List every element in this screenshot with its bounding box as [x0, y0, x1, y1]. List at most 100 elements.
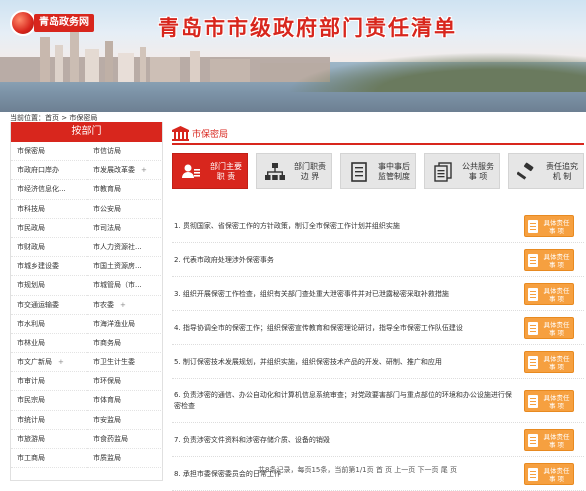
detail-responsibility-button[interactable]: 具体责任事 项	[524, 317, 574, 339]
sidebar-item[interactable]: 市科技局	[11, 200, 87, 219]
sidebar-item-label: 市食药监局	[93, 434, 128, 443]
breadcrumb-separator: >	[61, 114, 68, 122]
sidebar-item[interactable]: 市旅游局	[11, 430, 87, 449]
sidebar-item-label: 市司法局	[93, 223, 121, 232]
sidebar-item[interactable]: 市城管局（市...	[87, 276, 163, 296]
tab-4[interactable]: 责任追究机 制	[508, 153, 584, 189]
sidebar-item[interactable]: 市统计局	[11, 411, 87, 430]
detail-button-label: 具体责任事 项	[540, 321, 573, 337]
duty-row: 2. 代表市政府处理涉外保密事务 具体责任事 项	[172, 243, 584, 277]
detail-button-line1: 具体责任	[543, 433, 570, 441]
detail-responsibility-button[interactable]: 具体责任事 项	[524, 283, 574, 305]
sidebar-item[interactable]: 市环保局	[87, 372, 163, 392]
detail-button-line2: 事 项	[548, 295, 565, 303]
document-icon	[528, 254, 538, 267]
duty-text: 5. 制订保密技术发展规划，并组织实施，组织保密技术产品的开发、研制、推广和应用	[174, 357, 442, 366]
breadcrumb-home-link[interactable]: 首页	[45, 114, 59, 122]
sidebar-item-label: 市教育局	[93, 185, 121, 194]
department-name: 市保密局	[192, 130, 229, 140]
detail-button-line1: 具体责任	[543, 355, 570, 363]
sidebar-item[interactable]: 市经济信息化...	[11, 180, 87, 200]
sidebar-item[interactable]: 市商务局	[87, 334, 163, 354]
department-sidebar: 按部门 市保密局 市信访局 市政府口岸办 市发展改革委 + 市经济信息化... 市教育局 市科…	[10, 122, 163, 481]
sidebar-item[interactable]: 市保密局	[11, 142, 87, 162]
sidebar-item[interactable]: 市司法局	[87, 219, 163, 238]
sidebar-item-label: 市公安局	[93, 204, 121, 213]
detail-button-label: 具体责任事 项	[540, 219, 573, 235]
detail-responsibility-button[interactable]: 具体责任事 项	[524, 429, 574, 451]
detail-button-line1: 具体责任	[543, 321, 570, 329]
gavel-icon	[516, 162, 537, 182]
sidebar-item[interactable]: 市安监局	[87, 411, 163, 430]
sidebar-item-label: 市旅游局	[17, 434, 45, 443]
logo-globe-icon	[10, 10, 36, 36]
expand-plus-icon[interactable]: +	[141, 166, 147, 174]
expand-plus-icon[interactable]: +	[120, 301, 126, 309]
document-icon	[528, 468, 538, 481]
expand-plus-icon[interactable]: +	[58, 358, 64, 366]
sidebar-item[interactable]: 市体育局	[87, 391, 163, 411]
sidebar-item[interactable]: 市规划局	[11, 276, 87, 296]
sidebar-item[interactable]: 市审计局	[11, 372, 87, 392]
sidebar-item-label: 市质监局	[93, 454, 121, 462]
sidebar-item[interactable]: 市林业局	[11, 334, 87, 354]
detail-button-label: 具体责任事 项	[540, 433, 573, 449]
people-icon	[181, 162, 201, 182]
sidebar-item-label: 市保密局	[17, 147, 45, 155]
sidebar-item[interactable]: 市农委 +	[87, 296, 163, 315]
sidebar-item[interactable]: 市公安局	[87, 200, 163, 219]
banner-hill	[286, 52, 586, 92]
document-icon	[528, 322, 538, 335]
sidebar-item-label: 市林业局	[17, 338, 45, 347]
pagination[interactable]: 共8条记录，每页15条，当前第1/1页 首 页 上一页 下一页 尾 页	[258, 465, 457, 475]
sidebar-item-label: 市经济信息化...	[17, 185, 66, 194]
sidebar-item[interactable]: 市质监局	[87, 449, 163, 469]
sidebar-item[interactable]: 市人力资源社...	[87, 238, 163, 258]
sidebar-item[interactable]: 市海洋渔业局	[87, 315, 163, 334]
tab-label-line2: 边 界	[300, 172, 320, 181]
tab-2[interactable]: 事中事后 监管制度	[340, 153, 416, 189]
tab-0[interactable]: 部门主要职 责	[172, 153, 248, 189]
detail-button-label: 具体责任事 项	[540, 253, 573, 269]
sidebar-item[interactable]: 市教育局	[87, 180, 163, 200]
sidebar-item-label: 市交通运输委	[17, 300, 59, 309]
sidebar-item-label: 市政府口岸办	[17, 166, 59, 175]
sidebar-item[interactable]: 市工商局	[11, 449, 87, 469]
sidebar-item[interactable]: 市政府口岸办	[11, 161, 87, 181]
breadcrumb-current: 市保密局	[69, 114, 98, 122]
detail-responsibility-button[interactable]: 具体责任事 项	[524, 351, 574, 373]
tab-3[interactable]: 公共服务事 项	[424, 153, 500, 189]
sidebar-item[interactable]: 市发展改革委 +	[87, 161, 163, 181]
detail-button-line2: 事 项	[548, 363, 565, 371]
sidebar-item[interactable]: 市城乡建设委	[11, 257, 87, 277]
sidebar-item[interactable]: 市卫生计生委	[87, 353, 163, 373]
sidebar-item-label: 市工商局	[17, 454, 45, 462]
detail-button-line1: 具体责任	[543, 467, 570, 475]
sidebar-item[interactable]: 市民政局	[11, 219, 87, 238]
detail-button-line2: 事 项	[548, 441, 565, 449]
sidebar-item-label: 市民宗局	[17, 396, 45, 405]
detail-responsibility-button[interactable]: 具体责任事 项	[524, 463, 574, 485]
sidebar-item[interactable]: 市食药监局	[87, 430, 163, 449]
sidebar-item[interactable]: 市文广新局 +	[11, 353, 87, 373]
sidebar-item-label: 市审计局	[17, 377, 45, 386]
sidebar-item-label: 市国土资源房...	[93, 262, 142, 271]
sidebar-item[interactable]: 市民宗局	[11, 391, 87, 411]
detail-responsibility-button[interactable]: 具体责任事 项	[524, 215, 574, 237]
detail-button-line1: 具体责任	[543, 287, 570, 295]
department-header: 市保密局	[172, 123, 584, 145]
sidebar-item[interactable]: 市国土资源房...	[87, 257, 163, 277]
site-logo[interactable]: 青岛政务网	[10, 10, 102, 36]
tab-1[interactable]: 部门职责边 界	[256, 153, 332, 189]
sidebar-item[interactable]: 市信访局	[87, 142, 163, 162]
sidebar-item[interactable]: 市财政局	[11, 238, 87, 258]
sidebar-item[interactable]: 市交通运输委	[11, 296, 87, 315]
document-icon	[528, 434, 538, 447]
detail-button-line2: 事 项	[548, 329, 565, 337]
sidebar-item[interactable]: 市水利局	[11, 315, 87, 334]
detail-responsibility-button[interactable]: 具体责任事 项	[524, 249, 574, 271]
sidebar-item-label: 市安监局	[93, 415, 121, 424]
sidebar-item-label: 市文广新局	[17, 358, 52, 367]
page-title: 青岛市市级政府部门责任清单	[158, 16, 457, 40]
detail-responsibility-button[interactable]: 具体责任事 项	[524, 390, 574, 412]
